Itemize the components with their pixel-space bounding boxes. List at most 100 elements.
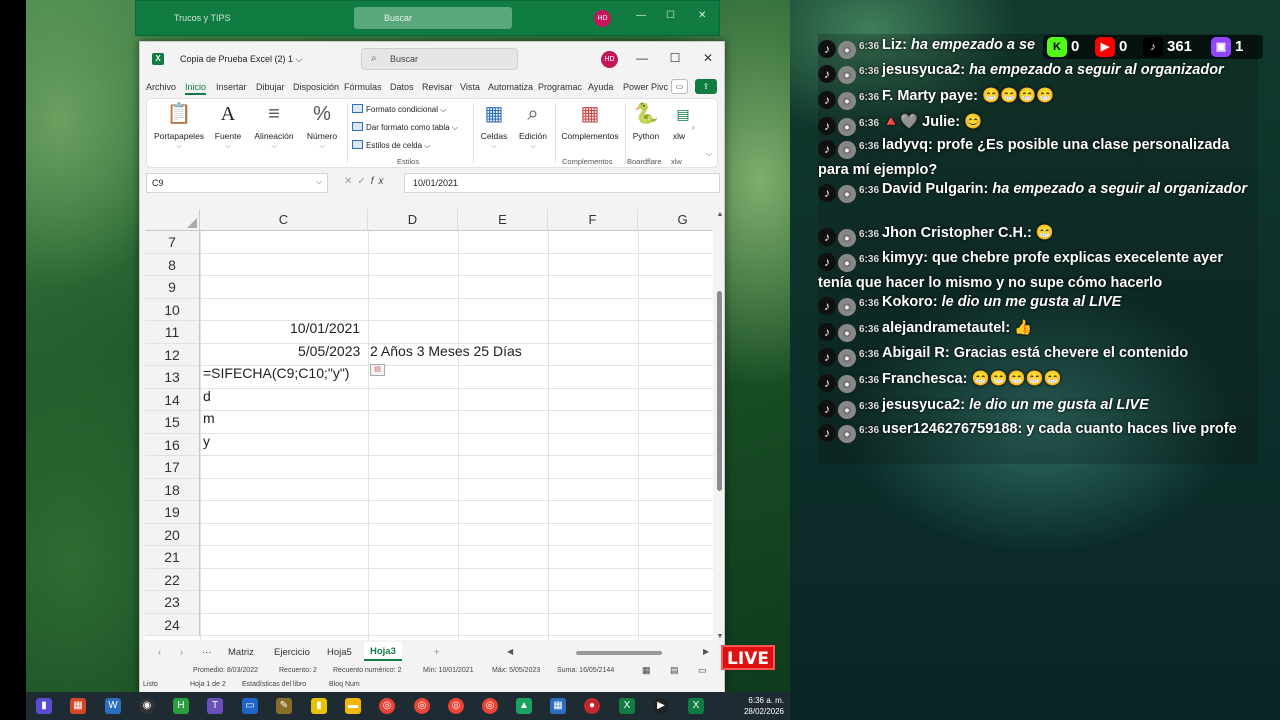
chrome-profile3-icon[interactable]: ◎ (482, 698, 498, 714)
more-sheets-icon[interactable]: ··· (202, 647, 212, 658)
background-excel-window[interactable]: Trucos y TIPS Buscar HD — ☐ ✕ (135, 0, 720, 36)
maps-icon[interactable]: ▲ (516, 698, 532, 714)
row-header-16[interactable]: 16 (145, 433, 200, 456)
word-icon[interactable]: W (105, 698, 121, 714)
cell-c14[interactable]: y (203, 433, 210, 449)
horizontal-scroll-thumb[interactable] (576, 651, 662, 655)
name-box[interactable]: C9 ⌵ (146, 173, 328, 193)
tab-archivo[interactable]: Archivo (146, 82, 176, 92)
row-header-15[interactable]: 15 (145, 411, 200, 434)
back-close-icon[interactable]: ✕ (698, 10, 706, 21)
dar-formato-tabla-button[interactable]: Dar formato como tabla ⌵ (352, 122, 458, 133)
fx-icon[interactable]: fx (371, 176, 389, 187)
back-window-search[interactable]: Buscar (354, 7, 512, 29)
comments-icon[interactable]: ▭ (671, 79, 688, 94)
obs-icon[interactable]: ◉ (139, 698, 155, 714)
spreadsheet-grid[interactable]: C D E F G 7 8 9 10 11 12 13 14 15 16 17 18 19 20 21 22 2… (145, 209, 713, 640)
sticky-notes-icon[interactable]: ▮ (311, 698, 327, 714)
row-header-9[interactable]: 9 (145, 276, 200, 299)
teams-app-icon[interactable]: T (207, 698, 223, 714)
scroll-up-icon[interactable]: ▲ (715, 211, 725, 218)
cell-c10[interactable]: 5/05/2023 (298, 343, 360, 359)
sheet-tab-matriz[interactable]: Matriz (228, 647, 254, 658)
cell-d10[interactable]: 2 Años 3 Meses 25 Días (370, 343, 522, 359)
tab-programador[interactable]: Programac (538, 82, 582, 92)
user-avatar[interactable]: HD (601, 51, 618, 68)
window-icon[interactable]: ▭ (242, 698, 258, 714)
tab-insertar[interactable]: Insertar (216, 82, 247, 92)
row-header-14[interactable]: 14 (145, 388, 200, 411)
prev-sheet-icon[interactable]: ‹ (158, 647, 161, 658)
fuente-button[interactable]: A Fuente ⌵ (211, 101, 245, 151)
column-header-g[interactable]: G (638, 209, 713, 231)
select-all-corner[interactable] (145, 209, 200, 231)
normal-view-icon[interactable]: ▦ (642, 665, 651, 676)
tab-revisar[interactable]: Revisar (422, 82, 453, 92)
row-header-20[interactable]: 20 (145, 523, 200, 546)
sheet-tab-ejercicio[interactable]: Ejercicio (274, 647, 310, 658)
xlw-button[interactable]: ▤ xlw (670, 101, 690, 141)
enter-icon[interactable]: ✓ (357, 176, 370, 187)
row-header-21[interactable]: 21 (145, 546, 200, 569)
cell-c11[interactable]: =SIFECHA(C9;C10;"y") (203, 365, 349, 381)
document-title[interactable]: Copia de Prueba Excel (2) 1 ⌵ (180, 54, 302, 65)
back-maximize-icon[interactable]: ☐ (666, 10, 675, 21)
formato-condicional-button[interactable]: Formato condicional ⌵ (352, 104, 446, 115)
grid-app-icon[interactable]: ▦ (550, 698, 566, 714)
ribbon-collapse-icon[interactable]: ⌵ (706, 149, 712, 159)
search-box[interactable]: ⌕ Buscar (361, 48, 518, 70)
complementos-button[interactable]: ▦ Complementos (559, 101, 621, 141)
tab-automatizar[interactable]: Automatiza (488, 82, 533, 92)
back-window-avatar[interactable]: HD (594, 10, 611, 27)
hscroll-right-icon[interactable]: ▶ (703, 647, 709, 656)
formula-controls[interactable]: ✕✓fx (344, 176, 389, 187)
column-header-d[interactable]: D (368, 209, 458, 231)
cancel-icon[interactable]: ✕ (344, 176, 357, 187)
paint-icon[interactable]: ✎ (276, 698, 292, 714)
system-clock[interactable]: 6:36 a. m. 28/02/2026 (744, 695, 784, 717)
portapapeles-button[interactable]: 📋 Portapapeles ⌵ (153, 101, 205, 151)
presentation-icon[interactable]: ▦ (70, 698, 86, 714)
vertical-scrollbar[interactable]: ▲ ▼ (715, 211, 725, 643)
excel-taskbar-icon[interactable]: X (619, 698, 635, 714)
column-header-e[interactable]: E (458, 209, 548, 231)
app-red-icon[interactable]: ● (584, 698, 600, 714)
tab-disposicion[interactable]: Disposición (293, 82, 339, 92)
alineacion-button[interactable]: ≡ Alineación ⌵ (251, 101, 297, 151)
python-button[interactable]: 🐍 Python (629, 101, 663, 141)
tab-power-pivot[interactable]: Power Pivc (623, 82, 668, 92)
cell-c9[interactable]: 10/01/2021 (290, 320, 360, 336)
sheet-tab-hoja3[interactable]: Hoja3 (364, 642, 402, 661)
vertical-scroll-thumb[interactable] (717, 291, 722, 491)
chrome-icon[interactable]: ◎ (379, 698, 395, 714)
row-header-24[interactable]: 24 (145, 613, 200, 636)
excel-active-icon[interactable]: X (688, 698, 704, 714)
scroll-down-icon[interactable]: ▼ (715, 633, 725, 640)
name-box-dropdown-icon[interactable]: ⌵ (316, 177, 322, 187)
cell-c12[interactable]: d (203, 388, 211, 404)
formula-input[interactable]: 10/01/2021 (404, 173, 720, 193)
column-header-c[interactable]: C (200, 209, 368, 231)
tab-vista[interactable]: Vista (460, 82, 480, 92)
row-header-7[interactable]: 7 (145, 231, 200, 254)
chrome-profile2-icon[interactable]: ◎ (448, 698, 464, 714)
row-header-8[interactable]: 8 (145, 253, 200, 276)
tab-formulas[interactable]: Fórmulas (344, 82, 382, 92)
row-header-18[interactable]: 18 (145, 478, 200, 501)
cell-c13[interactable]: m (203, 410, 215, 426)
row-header-19[interactable]: 19 (145, 501, 200, 524)
chrome-profile-icon[interactable]: ◎ (414, 698, 430, 714)
page-layout-icon[interactable]: ▤ (670, 665, 679, 676)
row-header-10[interactable]: 10 (145, 298, 200, 321)
estilos-celda-button[interactable]: Estilos de celda ⌵ (352, 140, 430, 151)
tab-datos[interactable]: Datos (390, 82, 414, 92)
column-header-f[interactable]: F (548, 209, 638, 231)
teams-icon[interactable]: ▮ (36, 698, 52, 714)
folder-icon[interactable]: ▬ (345, 698, 361, 714)
tab-dibujar[interactable]: Dibujar (256, 82, 285, 92)
row-header-13[interactable]: 13 (145, 366, 200, 389)
status-estadisticas[interactable]: Estadísticas del libro (242, 681, 306, 688)
row-header-23[interactable]: 23 (145, 591, 200, 614)
minimize-icon[interactable]: — (632, 51, 652, 65)
paste-options-icon[interactable]: ▤ (370, 364, 385, 376)
